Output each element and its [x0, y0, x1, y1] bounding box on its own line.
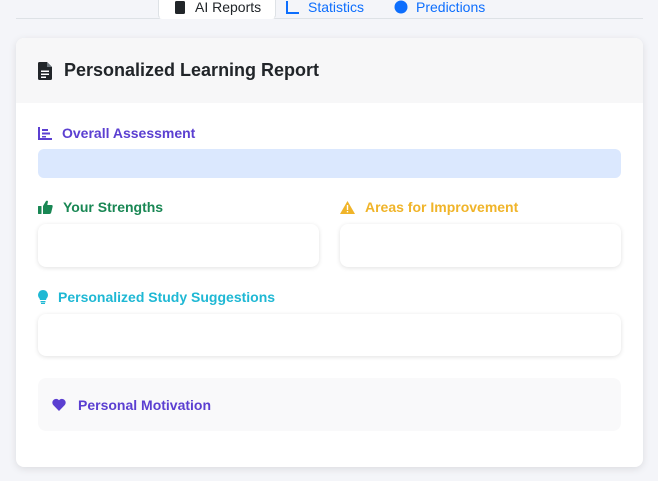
tab-statistics[interactable]: Statistics [286, 0, 364, 19]
strengths-content [38, 224, 319, 267]
tab-label: Statistics [308, 0, 365, 15]
thumbs-up-icon [38, 200, 53, 214]
document-icon [38, 61, 52, 80]
personal-motivation: Personal Motivation [38, 378, 621, 431]
report-title: Personalized Learning Report [64, 60, 320, 80]
heart-icon [52, 398, 66, 411]
tab-ai-reports[interactable]: AI Reports [158, 0, 277, 19]
study-suggestions-label: Personalized Study Suggestions [38, 289, 275, 305]
improvement-label: Areas for Improvement [340, 199, 518, 215]
improvement-content [340, 224, 621, 267]
section-title: Your Strengths [63, 199, 164, 215]
card-header: Personalized Learning Report [16, 38, 643, 103]
section-title: Areas for Improvement [365, 199, 519, 215]
warning-icon [340, 200, 355, 214]
overall-assessment-label: Overall Assessment [38, 125, 195, 141]
strengths-label: Your Strengths [38, 199, 163, 215]
overall-assessment-content [38, 149, 621, 178]
section-title: Personal Motivation [78, 396, 212, 413]
lightbulb-icon [38, 290, 48, 304]
tab-label: AI Reports [195, 0, 262, 15]
study-suggestions-content [38, 314, 621, 356]
bar-chart-icon [38, 126, 52, 140]
tabs-bar: AI Reports Statistics Predictions [16, 0, 643, 19]
chart-icon [286, 0, 299, 14]
pie-chart-icon [394, 0, 408, 13]
clipboard-icon [175, 0, 185, 14]
section-title: Overall Assessment [62, 125, 196, 141]
report-card: Personalized Learning Report Overall Ass… [16, 38, 643, 467]
tab-predictions[interactable]: Predictions [394, 0, 485, 19]
section-title: Personalized Study Suggestions [58, 289, 276, 305]
tab-label: Predictions [416, 0, 486, 15]
